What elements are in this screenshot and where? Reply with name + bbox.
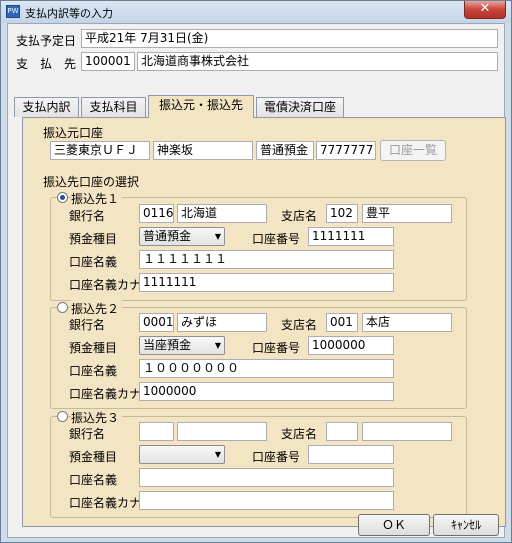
bank-code-field[interactable]: 0001 <box>139 313 174 332</box>
account-number-label: 口座番号 <box>252 341 301 355</box>
destination-3-label: 振込先３ <box>71 409 123 426</box>
bank-label: 銀行名 <box>69 318 106 332</box>
destination-1-group: 振込先１ 銀行名 0116 北海道 支店名 102 豊平 預金種目 普通預金 ▼ … <box>50 190 467 301</box>
bank-label: 銀行名 <box>69 427 106 441</box>
destination-2-label: 振込先２ <box>71 300 123 317</box>
branch-label: 支店名 <box>281 209 318 223</box>
bank-name-field[interactable]: みずほ <box>177 313 267 332</box>
bank-name-field[interactable] <box>177 422 267 441</box>
close-button[interactable]: ✕ <box>464 1 506 19</box>
branch-name-field[interactable]: 豊平 <box>362 204 452 223</box>
destination-3-radio[interactable] <box>57 411 68 422</box>
chevron-down-icon: ▼ <box>214 232 221 241</box>
due-date-label: 支払予定日 <box>16 34 77 48</box>
source-type-field[interactable]: 普通預金 <box>256 141 314 160</box>
cancel-button[interactable]: ｷｬﾝｾﾙ <box>433 514 499 536</box>
bank-name-field[interactable]: 北海道 <box>177 204 267 223</box>
holder-label: 口座名義 <box>69 473 118 487</box>
destination-1-label: 振込先１ <box>71 190 123 207</box>
bank-code-field[interactable] <box>139 422 174 441</box>
deposit-type-label: 預金種目 <box>69 450 118 464</box>
tab-transfer-from-to[interactable]: 振込元・振込先 <box>148 95 254 118</box>
account-list-button[interactable]: 口座一覧 <box>380 140 446 161</box>
bank-label: 銀行名 <box>69 209 106 223</box>
deposit-type-label: 預金種目 <box>69 341 118 355</box>
branch-code-field[interactable] <box>326 422 358 441</box>
dest-account-title: 振込先口座の選択 <box>43 175 140 189</box>
account-number-field[interactable]: 1111111 <box>308 227 394 246</box>
deposit-type-select[interactable]: 普通預金 ▼ <box>139 227 225 246</box>
source-account-field[interactable]: 7777777 <box>316 141 376 160</box>
holder-kana-label: 口座名義カナ <box>69 278 142 292</box>
holder-field[interactable]: １０００００００ <box>139 359 394 378</box>
account-number-label: 口座番号 <box>252 232 301 246</box>
holder-label: 口座名義 <box>69 364 118 378</box>
source-branch-field[interactable]: 神楽坂 <box>153 141 253 160</box>
tab-payment-account[interactable]: 支払科目 <box>81 97 146 117</box>
title-bar[interactable]: PW 支払内訳等の入力 ✕ <box>1 1 511 23</box>
branch-label: 支店名 <box>281 427 318 441</box>
destination-2-group: 振込先２ 銀行名 0001 みずほ 支店名 001 本店 預金種目 当座預金 ▼ … <box>50 300 467 409</box>
destination-1-radio[interactable] <box>57 192 68 203</box>
payee-name-field[interactable]: 北海道商事株式会社 <box>137 52 498 71</box>
chevron-down-icon: ▼ <box>214 341 221 350</box>
source-account-title: 振込元口座 <box>43 126 104 140</box>
branch-name-field[interactable] <box>362 422 452 441</box>
deposit-type-select[interactable]: ▼ <box>139 445 225 464</box>
source-bank-field[interactable]: 三菱東京ＵＦＪ <box>50 141 150 160</box>
deposit-type-select[interactable]: 当座預金 ▼ <box>139 336 225 355</box>
deposit-type-label: 預金種目 <box>69 232 118 246</box>
payee-label: 支 払 先 <box>16 57 77 71</box>
holder-kana-field[interactable] <box>139 491 394 510</box>
holder-field[interactable] <box>139 468 394 487</box>
bank-code-field[interactable]: 0116 <box>139 204 174 223</box>
app-icon: PW <box>6 5 20 18</box>
close-icon: ✕ <box>479 1 491 16</box>
branch-label: 支店名 <box>281 318 318 332</box>
holder-label: 口座名義 <box>69 255 118 269</box>
tab-payment-breakdown[interactable]: 支払内訳 <box>14 97 79 117</box>
account-number-field[interactable] <box>308 445 394 464</box>
holder-kana-label: 口座名義カナ <box>69 496 142 510</box>
account-number-label: 口座番号 <box>252 450 301 464</box>
branch-name-field[interactable]: 本店 <box>362 313 452 332</box>
holder-kana-field[interactable]: 1000000 <box>139 382 394 401</box>
account-number-field[interactable]: 1000000 <box>308 336 394 355</box>
dialog-window: PW 支払内訳等の入力 ✕ 支払予定日 平成21年 7月31日(金) 支 払 先… <box>0 0 512 543</box>
holder-kana-label: 口座名義カナ <box>69 387 142 401</box>
chevron-down-icon: ▼ <box>214 450 221 459</box>
holder-field[interactable]: １１１１１１１ <box>139 250 394 269</box>
destination-3-group: 振込先３ 銀行名 支店名 預金種目 ▼ 口座番号 口座名義 口座名義カナ <box>50 409 467 518</box>
window-title: 支払内訳等の入力 <box>25 7 113 20</box>
branch-code-field[interactable]: 102 <box>326 204 358 223</box>
client-area: 支払予定日 平成21年 7月31日(金) 支 払 先 100001 北海道商事株… <box>7 23 506 538</box>
ok-button[interactable]: ＯＫ <box>358 514 430 536</box>
due-date-field[interactable]: 平成21年 7月31日(金) <box>81 29 498 48</box>
holder-kana-field[interactable]: 1111111 <box>139 273 394 292</box>
tab-panel: 振込元口座 三菱東京ＵＦＪ 神楽坂 普通預金 7777777 口座一覧 振込先口… <box>22 117 506 527</box>
destination-2-radio[interactable] <box>57 302 68 313</box>
payee-code-field[interactable]: 100001 <box>81 52 135 71</box>
branch-code-field[interactable]: 001 <box>326 313 358 332</box>
tab-e-bond-account[interactable]: 電債決済口座 <box>256 97 344 117</box>
